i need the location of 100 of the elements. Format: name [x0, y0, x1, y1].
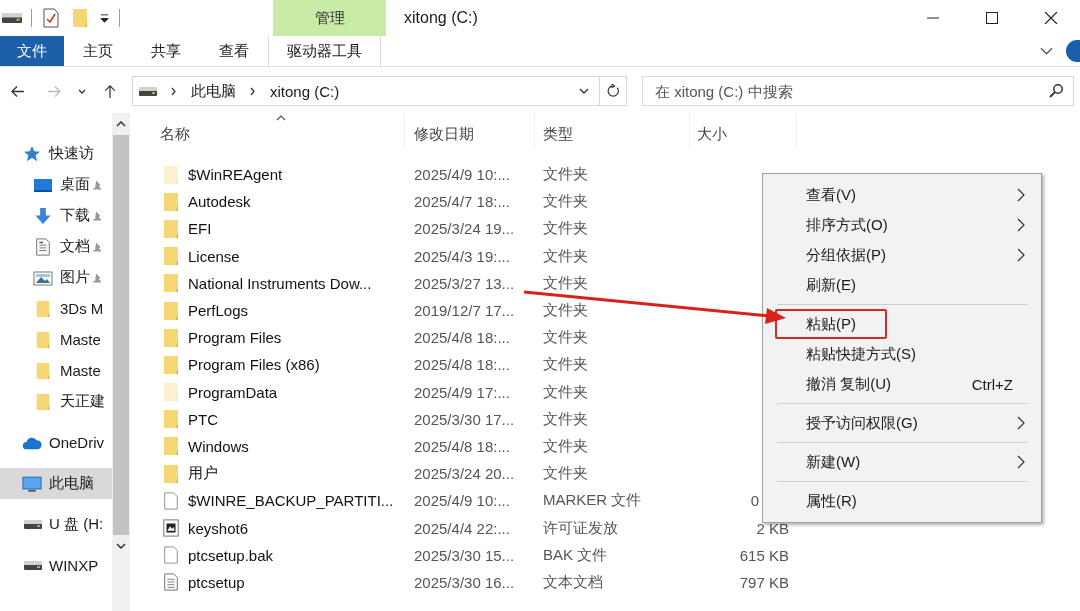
window-title: xitong (C:)	[403, 8, 479, 28]
file-name[interactable]: ptcsetup	[188, 573, 245, 591]
expand-ribbon-icon[interactable]	[1040, 47, 1053, 55]
sidebar-item[interactable]: 桌面	[0, 169, 112, 200]
type-cell-text: 许可证发放	[542, 518, 619, 538]
type-cell-text: BAK 文件	[542, 545, 609, 565]
file-name[interactable]: Windows	[188, 437, 249, 455]
menu-item[interactable]: 刷新(E)	[763, 270, 1041, 300]
maximize-icon[interactable]	[984, 12, 999, 24]
ribbon-tab[interactable]: 共享	[132, 36, 200, 66]
date-cell-text: 2025/3/24 20...	[413, 465, 516, 483]
ribbon-tab[interactable]: 查看	[200, 36, 268, 66]
date-cell-text: 2025/4/4 22:...	[413, 519, 511, 537]
breadcrumb[interactable]: xitong (C:)	[270, 82, 340, 100]
file-name[interactable]: ProgramData	[188, 383, 278, 401]
recent-caret-icon[interactable]	[78, 88, 86, 94]
chevron-icon	[171, 86, 177, 96]
close-icon[interactable]	[1043, 12, 1058, 24]
search-field[interactable]: 在 xitong (C:) 中搜索	[642, 76, 1074, 106]
scrollbar-thumb[interactable]	[113, 135, 129, 535]
file-name[interactable]: National Instruments Dow...	[188, 274, 372, 292]
dropdown-caret-icon[interactable]	[579, 88, 589, 94]
menu-item[interactable]: 新建(W)	[763, 447, 1041, 477]
sidebar-item[interactable]: OneDriv	[0, 427, 112, 458]
size-cell: 2 KB	[756, 519, 789, 537]
date-cell-text: 2025/4/9 10:...	[413, 166, 511, 184]
pin-icon	[92, 272, 102, 283]
drive-icon	[139, 86, 157, 96]
date-cell-text: 2025/4/7 18:...	[413, 193, 511, 211]
sidebar-item[interactable]: 图片	[0, 262, 112, 293]
type-cell-text: 文件夹	[542, 464, 589, 484]
date-cell-text: 2025/3/30 15...	[413, 546, 516, 564]
menu-item[interactable]: 授予访问权限(G)	[763, 408, 1041, 438]
file-name[interactable]: Program Files	[188, 329, 282, 347]
column-header[interactable]: 类型	[535, 113, 690, 148]
sidebar-item[interactable]: 3Ds M	[0, 293, 112, 324]
scroll-up-icon[interactable]	[116, 121, 126, 127]
date-cell-text: 2025/3/30 17...	[413, 410, 516, 428]
ribbon-tab[interactable]: 主页	[64, 36, 132, 66]
file-menu-button[interactable]: 文件	[0, 36, 64, 66]
file-name[interactable]: Program Files (x86)	[188, 356, 320, 374]
column-header[interactable]: 修改日期	[405, 113, 535, 148]
menu-item[interactable]: 查看(V)	[763, 180, 1041, 210]
scroll-down-icon[interactable]	[116, 543, 126, 549]
type-cell-text: 文件夹	[542, 436, 589, 456]
file-name[interactable]: 用户	[188, 464, 218, 484]
date-cell-text: 2025/4/9 10:...	[413, 492, 511, 510]
menu-item[interactable]: 分组依据(P)	[763, 240, 1041, 270]
file-name[interactable]: PTC	[188, 410, 218, 428]
properties-icon[interactable]	[41, 8, 61, 28]
pin-icon	[92, 179, 102, 190]
down-arrow-icon	[33, 206, 53, 225]
column-header[interactable]: 名称	[158, 113, 405, 148]
sidebar-item[interactable]: WINXP	[0, 550, 112, 581]
type-cell-text: 文件夹	[542, 301, 589, 321]
menu-item[interactable]: 粘贴快捷方式(S)	[763, 339, 1041, 369]
sidebar-item[interactable]: 快速访	[0, 138, 112, 169]
shortcut-label: Ctrl+Z	[971, 375, 1013, 393]
file-name[interactable]: ptcsetup.bak	[188, 546, 274, 564]
sidebar-item[interactable]: 文档	[0, 231, 112, 262]
menu-item[interactable]: 排序方式(O)	[763, 210, 1041, 240]
file-name[interactable]: PerfLogs	[188, 302, 249, 320]
sidebar-item[interactable]: 此电脑	[0, 468, 112, 499]
file-name[interactable]: $WinREAgent	[188, 166, 283, 184]
sidebar-item[interactable]: U 盘 (H:	[0, 509, 112, 540]
sidebar-item[interactable]: 天正建	[0, 386, 112, 417]
menu-item[interactable]: 撤消 复制(U) Ctrl+Z	[763, 369, 1041, 399]
back-icon[interactable]	[10, 83, 26, 99]
file-name[interactable]: keyshot6	[188, 519, 249, 537]
column-header[interactable]: 大小	[690, 113, 797, 148]
date-cell-text: 2025/3/30 16...	[413, 573, 516, 591]
date-cell-text: 2025/4/3 19:...	[413, 247, 511, 265]
sidebar-item[interactable]: Maste	[0, 355, 112, 386]
menu-item[interactable]: 属性(R)	[763, 486, 1041, 516]
address-bar[interactable]: 此电脑 xitong (C:)	[132, 76, 627, 106]
type-cell-text: 文件夹	[542, 165, 589, 185]
file-name[interactable]: License	[188, 247, 240, 265]
sidebar-item[interactable]: 下载	[0, 200, 112, 231]
customize-caret-icon[interactable]	[99, 12, 110, 24]
file-name[interactable]: Autodesk	[188, 193, 251, 211]
document-icon	[33, 237, 53, 256]
picture-icon	[33, 268, 53, 287]
date-cell-text: 2025/4/8 18:...	[413, 356, 511, 374]
breadcrumb[interactable]: 此电脑	[191, 81, 236, 101]
menu-item[interactable]: 粘贴(P)	[763, 309, 1041, 339]
tool-tab-header: 管理	[273, 0, 386, 36]
file-name[interactable]: $WINRE_BACKUP_PARTITI...	[188, 492, 394, 510]
sidebar-item[interactable]: Maste	[0, 324, 112, 355]
help-button[interactable]	[1066, 40, 1080, 62]
scrollbar[interactable]	[112, 113, 130, 611]
file-name[interactable]: EFI	[188, 220, 212, 238]
refresh-icon[interactable]	[605, 83, 621, 99]
search-icon[interactable]	[1049, 83, 1064, 98]
drive-icon	[24, 561, 42, 570]
up-icon[interactable]	[102, 83, 118, 99]
pin-icon	[92, 210, 102, 221]
type-cell-text: 文件夹	[542, 192, 589, 212]
type-cell-text: 文件夹	[542, 382, 589, 402]
drive-icon[interactable]	[2, 13, 22, 23]
date-cell-text: 2025/4/8 18:...	[413, 437, 511, 455]
